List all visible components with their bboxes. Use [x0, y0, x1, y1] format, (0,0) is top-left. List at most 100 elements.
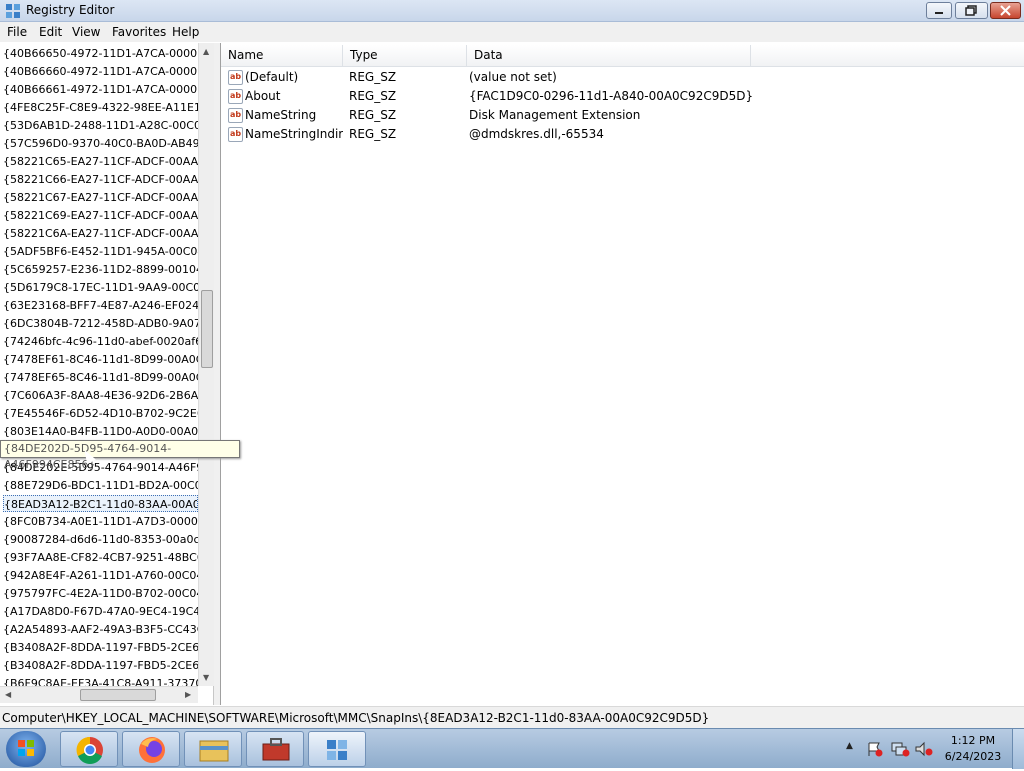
- column-name[interactable]: Name: [221, 45, 343, 67]
- menu-edit[interactable]: Edit: [39, 25, 62, 39]
- action-center-flag-icon[interactable]: [866, 741, 884, 757]
- firefox-icon: [139, 737, 165, 763]
- minimize-icon: [935, 12, 943, 14]
- scroll-up-icon[interactable]: ▲: [203, 47, 209, 56]
- network-icon[interactable]: [890, 741, 910, 757]
- hscroll-thumb[interactable]: [80, 689, 156, 701]
- status-bar-path: Computer\HKEY_LOCAL_MACHINE\SOFTWARE\Mic…: [0, 706, 1024, 728]
- windows-logo-icon: [18, 740, 34, 756]
- value-row[interactable]: ab NameStringIndir... REG_SZ @dmdskres.dll,…: [221, 125, 1024, 144]
- show-hidden-icons-icon[interactable]: ▲: [846, 741, 853, 751]
- window-title: Registry Editor: [26, 3, 115, 17]
- column-data[interactable]: Data: [467, 45, 751, 67]
- tree-item[interactable]: {803E14A0-B4FB-11D0-A0D0-00A0C9: [3, 423, 198, 440]
- tree-item[interactable]: {6DC3804B-7212-458D-ADB0-9A07E2: [3, 315, 198, 332]
- tree-item[interactable]: {88E729D6-BDC1-11D1-BD2A-00C04F: [3, 477, 198, 494]
- close-icon: [1000, 5, 1011, 16]
- taskbar-registry-editor[interactable]: [308, 731, 366, 767]
- chrome-icon: [76, 736, 103, 764]
- tree-item[interactable]: {57C596D0-9370-40C0-BA0D-AB491E: [3, 135, 198, 152]
- tree-item[interactable]: {40B66650-4972-11D1-A7CA-0000F87: [3, 45, 198, 62]
- menu-view[interactable]: View: [72, 25, 100, 39]
- taskbar-toolbox[interactable]: [246, 731, 304, 767]
- clock-time: 1:12 PM: [950, 734, 996, 747]
- tree-item[interactable]: {58221C69-EA27-11CF-ADCF-00AA00: [3, 207, 198, 224]
- value-row[interactable]: ab NameString REG_SZ Disk Management Extens…: [221, 106, 1024, 125]
- tree-item[interactable]: {7E45546F-6D52-4D10-B702-9C2E672: [3, 405, 198, 422]
- scroll-down-icon[interactable]: ▼: [203, 673, 209, 682]
- toolbox-icon: [262, 738, 290, 761]
- tree-item[interactable]: {7478EF61-8C46-11d1-8D99-00A0C91: [3, 351, 198, 368]
- tree-tooltip: {84DE202D-5D95-4764-9014-A46F994CE856}: [0, 440, 240, 471]
- tree-horizontal-scrollbar[interactable]: ◀ ▶: [0, 686, 198, 703]
- menu-favorites[interactable]: Favorites: [112, 25, 166, 39]
- value-name: About: [245, 89, 281, 103]
- value-name: NameString: [245, 108, 317, 122]
- registry-editor-icon: [6, 4, 20, 18]
- scroll-left-icon[interactable]: ◀: [5, 690, 11, 699]
- tree-item[interactable]: {58221C65-EA27-11CF-ADCF-00AA00: [3, 153, 198, 170]
- tree-item[interactable]: {4FE8C25F-C8E9-4322-98EE-A11E117: [3, 99, 198, 116]
- taskbar-firefox[interactable]: [122, 731, 180, 767]
- tree-item[interactable]: {58221C66-EA27-11CF-ADCF-00AA00: [3, 171, 198, 188]
- tree-item[interactable]: {93F7AA8E-CF82-4CB7-9251-48BC63: [3, 549, 198, 566]
- tree-item[interactable]: {5ADF5BF6-E452-11D1-945A-00C04F: [3, 243, 198, 260]
- column-type[interactable]: Type: [343, 45, 467, 67]
- tree-item[interactable]: {8FC0B734-A0E1-11D1-A7D3-0000F87: [3, 513, 198, 530]
- registry-tree[interactable]: {40B66650-4972-11D1-A7CA-0000F87 {40B6666…: [0, 43, 214, 705]
- taskbar-clock[interactable]: 1:12 PM 6/24/2023: [940, 733, 1006, 765]
- tree-item[interactable]: {90087284-d6d6-11d0-8353-00a0c906: [3, 531, 198, 548]
- scroll-thumb[interactable]: [201, 290, 213, 368]
- value-row[interactable]: ab (Default) REG_SZ (value not set): [221, 68, 1024, 87]
- tree-item[interactable]: {B3408A2F-8DDA-1197-FBD5-2CE69A: [3, 657, 198, 674]
- registry-editor-window: Registry Editor File Edit View Favorites…: [0, 0, 1024, 728]
- value-type: REG_SZ: [349, 70, 397, 84]
- tree-item[interactable]: {58221C6A-EA27-11CF-ADCF-00AA00: [3, 225, 198, 242]
- tree-item[interactable]: {B3408A2F-8DDA-1197-FBD5-2CE69A: [3, 639, 198, 656]
- show-desktop-button[interactable]: [1012, 729, 1024, 769]
- tree-item[interactable]: {40B66661-4972-11D1-A7CA-0000F87: [3, 81, 198, 98]
- tree-item[interactable]: {A17DA8D0-F67D-47A0-9EC4-19C48: [3, 603, 198, 620]
- tree-item[interactable]: {7478EF65-8C46-11d1-8D99-00A0C91: [3, 369, 198, 386]
- taskbar-file-explorer[interactable]: [184, 731, 242, 767]
- string-value-icon: ab: [228, 127, 243, 142]
- tree-item[interactable]: {74246bfc-4c96-11d0-abef-0020af6b: [3, 333, 198, 350]
- file-explorer-icon: [199, 740, 229, 762]
- tree-item[interactable]: {53D6AB1D-2488-11D1-A28C-00C04F: [3, 117, 198, 134]
- value-data: (value not set): [469, 70, 557, 84]
- tree-item[interactable]: {40B66660-4972-11D1-A7CA-0000F87: [3, 63, 198, 80]
- value-type: REG_SZ: [349, 127, 397, 141]
- volume-muted-icon[interactable]: [914, 741, 934, 757]
- value-row[interactable]: ab About REG_SZ {FAC1D9C0-0296-11d1-A840-00…: [221, 87, 1024, 106]
- maximize-button[interactable]: [955, 2, 988, 19]
- tree-vertical-scrollbar[interactable]: ▲ ▼: [198, 43, 214, 686]
- tree-item[interactable]: {58221C67-EA27-11CF-ADCF-00AA00: [3, 189, 198, 206]
- start-button[interactable]: [6, 731, 46, 767]
- tree-item[interactable]: {63E23168-BFF7-4E87-A246-EF02442: [3, 297, 198, 314]
- tree-item[interactable]: {5C659257-E236-11D2-8899-00104B2: [3, 261, 198, 278]
- value-data: @dmdskres.dll,-65534: [469, 127, 604, 141]
- close-button[interactable]: [990, 2, 1021, 19]
- menu-file[interactable]: File: [7, 25, 27, 39]
- taskbar-chrome[interactable]: [60, 731, 118, 767]
- minimize-button[interactable]: [926, 2, 952, 19]
- string-value-icon: ab: [228, 70, 243, 85]
- restore-icon: [965, 5, 977, 16]
- tree-item[interactable]: {7C606A3F-8AA8-4E36-92D6-2B6AFE: [3, 387, 198, 404]
- registry-editor-icon: [327, 740, 347, 760]
- tree-item[interactable]: {8EAD3A12-B2C1-11d0-83AA-00A0C: [3, 495, 198, 512]
- menu-help[interactable]: Help: [172, 25, 199, 39]
- title-bar: Registry Editor: [0, 0, 1024, 22]
- tree-item[interactable]: {975797FC-4E2A-11D0-B702-00C04F: [3, 585, 198, 602]
- scroll-right-icon[interactable]: ▶: [185, 690, 191, 699]
- tree-item[interactable]: {A2A54893-AAF2-49A3-B3F5-CC43C: [3, 621, 198, 638]
- value-name: (Default): [245, 70, 299, 84]
- column-filler: [751, 45, 1024, 67]
- string-value-icon: ab: [228, 108, 243, 123]
- value-type: REG_SZ: [349, 108, 397, 122]
- value-data: Disk Management Extension: [469, 108, 641, 122]
- string-value-icon: ab: [228, 89, 243, 104]
- tree-item[interactable]: {942A8E4F-A261-11D1-A760-00C04F: [3, 567, 198, 584]
- tree-item[interactable]: {5D6179C8-17EC-11D1-9AA9-00C04F: [3, 279, 198, 296]
- value-data: {FAC1D9C0-0296-11d1-A840-00A0C92C9D5D}: [469, 89, 754, 103]
